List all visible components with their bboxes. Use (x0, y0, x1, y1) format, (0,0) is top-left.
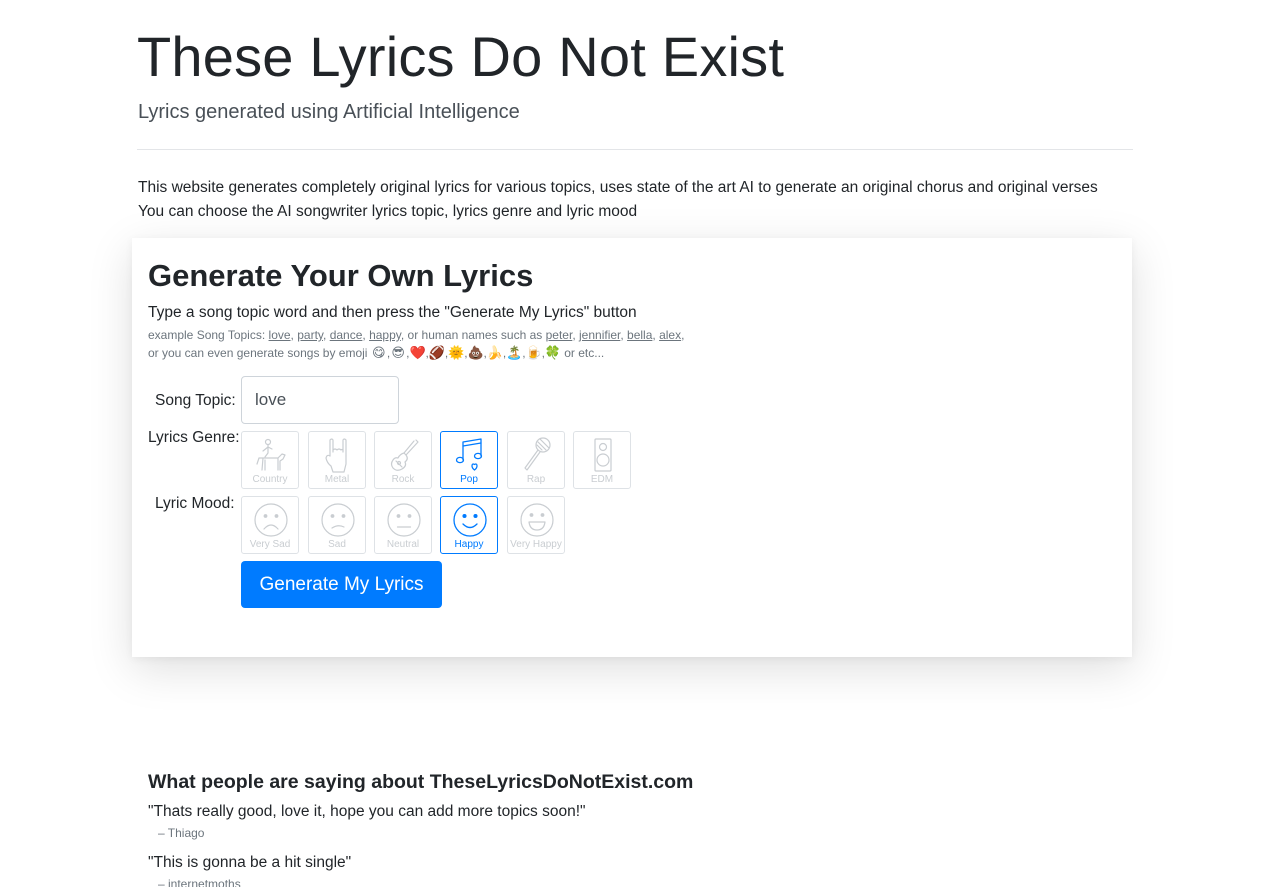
testimonials-title: What people are saying about TheseLyrics… (148, 771, 694, 793)
lyrics-genre-label: Lyrics Genre: (148, 429, 240, 446)
example-name-link[interactable]: jennifier (579, 328, 620, 342)
genre-label: Pop (460, 474, 478, 485)
genre-option-edm[interactable]: EDM (573, 431, 631, 489)
genre-label: Rock (391, 474, 415, 485)
mood-label: Very Happy (510, 539, 562, 550)
intro-text: This website generates completely origin… (138, 176, 1098, 224)
sad-face-icon (321, 503, 355, 537)
emoji-heart-link[interactable]: ❤️ (410, 344, 426, 361)
example-topic-link[interactable]: dance (330, 328, 363, 342)
genre-label: EDM (590, 474, 614, 485)
mood-option-very-happy[interactable]: Very Happy (507, 496, 565, 554)
electric-guitar-icon (390, 439, 419, 471)
testimonial-quote: "This is gonna be a hit single" (148, 854, 352, 871)
genre-label: Metal (324, 474, 350, 485)
emoji-sunglasses-link[interactable]: 😎 (390, 344, 406, 361)
genre-option-rock[interactable]: Rock (374, 431, 432, 489)
testimonial-quote: "Thats really good, love it, hope you ca… (148, 803, 586, 820)
page-subtitle: Lyrics generated using Artificial Intell… (138, 101, 520, 123)
lyric-mood-label: Lyric Mood: (155, 495, 235, 512)
emoji-banana-link[interactable]: 🍌 (487, 344, 503, 361)
testimonial-author: – internetmoths (158, 877, 241, 887)
emoji-island-link[interactable]: 🏝️ (506, 344, 522, 361)
speaker-icon (594, 438, 612, 472)
genre-label: Country (252, 474, 288, 485)
emoji-beer-link[interactable]: 🍺 (526, 344, 542, 361)
microphone-icon (524, 437, 551, 471)
happy-face-icon (453, 503, 487, 537)
generate-lyrics-button[interactable]: Generate My Lyrics (241, 561, 442, 608)
neutral-face-icon (387, 503, 421, 537)
intro-line-2: You can choose the AI songwriter lyrics … (138, 203, 638, 220)
very-happy-face-icon (520, 503, 554, 537)
example-prefix: example Song Topics: (148, 328, 266, 342)
genre-option-country[interactable]: Country (241, 431, 299, 489)
emoji-sun-link[interactable]: 🌞 (448, 344, 464, 361)
emoji-clover-link[interactable]: 🍀 (545, 344, 561, 361)
generator-title: Generate Your Own Lyrics (148, 258, 534, 293)
mood-label: Happy (454, 539, 484, 550)
genre-option-metal[interactable]: Metal (308, 431, 366, 489)
horse-rider-icon (256, 438, 286, 471)
mood-label: Sad (328, 539, 346, 550)
example-topic-link[interactable]: love (269, 328, 291, 342)
example-name-link[interactable]: alex (659, 328, 681, 342)
page-title: These Lyrics Do Not Exist (137, 25, 785, 88)
genre-option-pop[interactable]: Pop (440, 431, 498, 489)
emoji-poop-link[interactable]: 💩 (468, 344, 484, 361)
example-name-link[interactable]: bella (627, 328, 652, 342)
generator-card: Generate Your Own Lyrics Type a song top… (132, 238, 1132, 657)
emoji-prefix: or you can even generate songs by emoji (148, 346, 368, 360)
mood-label: Very Sad (249, 539, 291, 550)
example-topics: example Song Topics: love, party, dance,… (148, 327, 684, 362)
example-middle: , or human names such as (400, 328, 543, 342)
emoji-suffix: or etc... (564, 346, 605, 360)
intro-line-1: This website generates completely origin… (138, 179, 1098, 196)
example-topic-link[interactable]: happy (369, 328, 401, 342)
music-notes-icon (455, 438, 483, 471)
example-emoji-line: or you can even generate songs by emoji … (148, 344, 605, 361)
testimonial-author: – Thiago (158, 826, 205, 840)
mood-option-sad[interactable]: Sad (308, 496, 366, 554)
song-topic-input[interactable] (241, 376, 399, 424)
very-sad-face-icon (254, 503, 288, 537)
mood-option-happy[interactable]: Happy (440, 496, 498, 554)
example-name-link[interactable]: peter (546, 328, 573, 342)
mood-option-very-sad[interactable]: Very Sad (241, 496, 299, 554)
generator-instruction: Type a song topic word and then press th… (148, 304, 637, 321)
genre-label: Rap (526, 474, 546, 485)
emoji-yum-link[interactable]: 😋 (371, 344, 387, 361)
rock-hand-icon (325, 438, 347, 473)
genre-option-rap[interactable]: Rap (507, 431, 565, 489)
mood-option-neutral[interactable]: Neutral (374, 496, 432, 554)
divider (137, 149, 1133, 150)
example-topic-link[interactable]: party (297, 328, 323, 342)
song-topic-label: Song Topic: (155, 392, 236, 409)
mood-label: Neutral (386, 539, 420, 550)
emoji-football-link[interactable]: 🏈 (429, 344, 445, 361)
example-topics-line: example Song Topics: love, party, dance,… (148, 328, 685, 342)
page: These Lyrics Do Not Exist Lyrics generat… (0, 0, 1264, 887)
